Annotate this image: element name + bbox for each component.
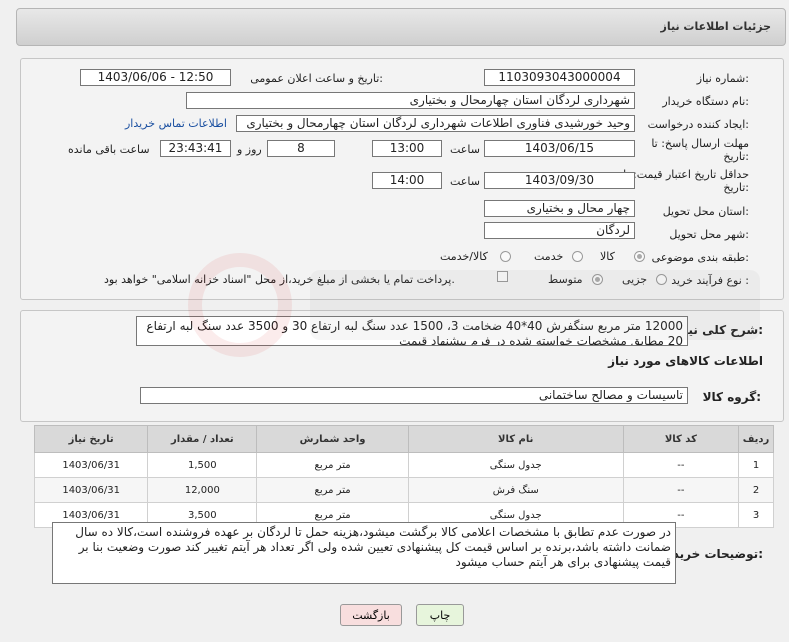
cell-name: جدول سنگی — [407, 452, 624, 478]
category-service-radio[interactable] — [572, 251, 583, 262]
cell-row: 1 — [738, 452, 774, 478]
description-textarea[interactable]: 12000 متر مربع سنگفرش 40*40 ضخامت 3، 150… — [136, 316, 688, 346]
requester-field: وحید خورشیدی فناوری اطلاعات شهرداری لردگ… — [236, 115, 635, 132]
remaining-time-label: ساعت باقی مانده — [68, 143, 150, 156]
treasury-payment-checkbox[interactable] — [497, 271, 508, 282]
price-validity-label: حداقل تاریخ اعتبار قیمت: تا — [623, 168, 749, 181]
back-button[interactable]: بازگشت — [340, 604, 402, 626]
need-number-field: 1103093043000004 — [484, 69, 635, 86]
cell-row: 3 — [738, 502, 774, 528]
requester-label: ایجاد کننده درخواست: — [647, 118, 749, 131]
col-qty: تعداد / مقدار — [147, 425, 258, 453]
category-label: طبقه بندی موضوعی: — [651, 251, 749, 264]
col-unit: واحد شمارش — [256, 425, 409, 453]
cell-date: 1403/06/31 — [33, 452, 149, 478]
remaining-time-field: 23:43:41 — [160, 140, 231, 157]
days-label: روز و — [237, 143, 262, 156]
category-both-label: کالا/خدمت — [440, 250, 488, 263]
remaining-days-field: 8 — [267, 140, 335, 157]
cell-code: -- — [622, 452, 740, 478]
deadline-time-field: 13:00 — [372, 140, 442, 157]
page-title: جزئیات اطلاعات نیاز — [660, 20, 772, 33]
category-goods-radio[interactable] — [634, 251, 645, 262]
col-name: نام کالا — [407, 425, 624, 453]
goods-table: ردیف کد کالا نام کالا واحد شمارش تعداد /… — [33, 425, 774, 528]
process-minor-radio[interactable] — [656, 274, 667, 285]
treasury-payment-note: پرداخت تمام یا بخشی از مبلغ خرید،از محل … — [104, 273, 455, 286]
buyer-notes-label: توضیحات خریدار: — [661, 547, 763, 561]
process-medium-radio[interactable] — [592, 274, 603, 285]
goods-table-header: ردیف کد کالا نام کالا واحد شمارش تعداد /… — [33, 425, 774, 453]
goods-section-title: اطلاعات کالاهای مورد نیاز — [608, 354, 763, 368]
process-minor-label: جزیی — [622, 273, 648, 286]
cell-code: -- — [622, 477, 740, 503]
goods-group-label: گروه کالا: — [702, 390, 761, 404]
col-code: کد کالا — [622, 425, 740, 453]
goods-group-field: تاسیسات و مصالح ساختمانی — [140, 387, 688, 404]
col-date: تاریخ نیاز — [33, 425, 149, 453]
buyer-org-field: شهرداری لردگان استان چهارمحال و بختیاری — [186, 92, 635, 109]
deadline-label-date: تاریخ: — [723, 150, 749, 163]
price-validity-time-field: 14:00 — [372, 172, 442, 189]
cell-date: 1403/06/31 — [33, 477, 149, 503]
cell-qty: 1,500 — [147, 452, 258, 478]
cell-qty: 12,000 — [147, 477, 258, 503]
deadline-date-field: 1403/06/15 — [484, 140, 635, 157]
delivery-city-field: لردگان — [484, 222, 635, 239]
deadline-label: مهلت ارسال پاسخ: تا — [651, 137, 749, 150]
table-row: 1 -- جدول سنگی متر مربع 1,500 1403/06/31 — [33, 452, 774, 478]
col-row: ردیف — [738, 425, 774, 453]
cell-unit: متر مربع — [256, 452, 409, 478]
table-row: 2 -- سنگ فرش متر مربع 12,000 1403/06/31 — [33, 477, 774, 503]
category-service-label: خدمت — [534, 250, 564, 263]
purchase-process-label: نوع فرآیند خرید : — [671, 274, 749, 287]
cell-row: 2 — [738, 477, 774, 503]
buyer-org-label: نام دستگاه خریدار: — [662, 95, 749, 108]
buyer-contact-link[interactable]: اطلاعات تماس خریدار — [125, 117, 227, 130]
announce-date-field: 1403/06/06 - 12:50 — [80, 69, 231, 86]
print-button[interactable]: چاپ — [416, 604, 464, 626]
description-label: شرح کلی نیاز: — [677, 323, 763, 337]
category-goods-label: کالا — [600, 250, 615, 263]
cell-unit: متر مربع — [256, 477, 409, 503]
page-header: جزئیات اطلاعات نیاز — [16, 8, 786, 46]
cell-name: سنگ فرش — [407, 477, 624, 503]
buyer-notes-textarea[interactable]: در صورت عدم تطابق با مشخصات اعلامی کالا … — [52, 522, 676, 584]
deadline-time-label: ساعت — [450, 143, 480, 156]
price-validity-label-date: تاریخ: — [723, 181, 749, 194]
process-medium-label: متوسط — [548, 273, 583, 286]
delivery-province-field: چهار محال و بختیاری — [484, 200, 635, 217]
need-number-label: شماره نیاز: — [696, 72, 749, 85]
price-validity-time-label: ساعت — [450, 175, 480, 188]
announce-date-label: تاریخ و ساعت اعلان عمومی: — [250, 72, 383, 85]
category-both-radio[interactable] — [500, 251, 511, 262]
delivery-city-label: شهر محل تحویل: — [669, 228, 749, 241]
price-validity-date-field: 1403/09/30 — [484, 172, 635, 189]
delivery-province-label: استان محل تحویل: — [662, 205, 749, 218]
